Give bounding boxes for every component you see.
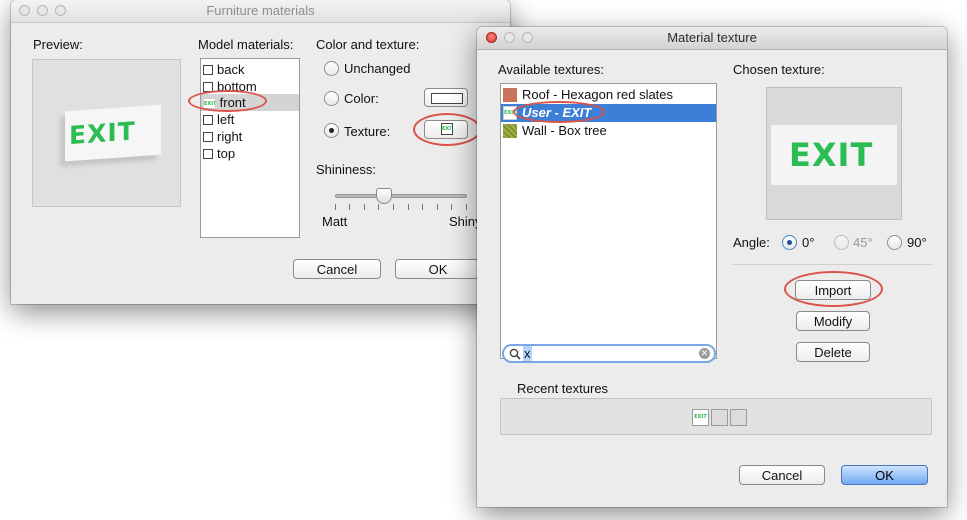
- matt-label: Matt: [322, 214, 348, 229]
- separator: [733, 264, 933, 265]
- texture-button[interactable]: EXIT: [424, 120, 468, 139]
- available-textures-label: Available textures:: [498, 62, 604, 77]
- chosen-texture-label: Chosen texture:: [733, 62, 825, 77]
- color-button[interactable]: [424, 88, 468, 107]
- shininess-label: Shininess:: [316, 162, 376, 177]
- list-item-right[interactable]: right: [203, 128, 242, 145]
- exit-texture-icon: EXIT: [441, 123, 453, 135]
- recent-textures-label: Recent textures: [517, 381, 609, 396]
- materials-list[interactable]: back bottom EXIT front left right top: [200, 58, 300, 238]
- exit-texture-icon: EXIT: [203, 98, 216, 109]
- angle-label: Angle:: [733, 235, 770, 250]
- checkbox[interactable]: [203, 149, 213, 159]
- title-bar: Furniture materials: [11, 0, 510, 23]
- material-label: left: [217, 112, 235, 127]
- search-input[interactable]: x: [523, 346, 532, 361]
- list-item-back[interactable]: back: [203, 61, 244, 78]
- list-item-front[interactable]: EXIT front: [201, 94, 299, 111]
- texture-radio[interactable]: [324, 123, 339, 138]
- list-item[interactable]: Roof - Hexagon red slates: [501, 86, 716, 104]
- list-item-left[interactable]: left: [203, 111, 234, 128]
- angle-90-radio[interactable]: [887, 235, 902, 250]
- furniture-materials-window: Furniture materials Preview: EXIT Model …: [11, 0, 510, 304]
- model-materials-label: Model materials:: [198, 37, 294, 52]
- color-swatch: [431, 93, 463, 104]
- color-label: Color:: [344, 91, 379, 106]
- preview-label: Preview:: [33, 37, 83, 52]
- slider-track: [335, 194, 467, 198]
- clear-search-icon[interactable]: ✕: [699, 348, 710, 359]
- unchanged-radio[interactable]: [324, 61, 339, 76]
- minimize-icon[interactable]: [37, 5, 48, 16]
- delete-button[interactable]: Delete: [796, 342, 870, 362]
- texture-label: User - EXIT: [522, 105, 592, 120]
- search-field[interactable]: x ✕: [502, 344, 716, 363]
- preview-object: EXIT: [65, 104, 161, 162]
- cancel-button[interactable]: Cancel: [739, 465, 825, 485]
- checkbox[interactable]: [203, 115, 213, 125]
- material-label: top: [217, 146, 236, 161]
- recent-empty-slot[interactable]: [711, 409, 728, 426]
- material-texture-window: Material texture Available textures: Roo…: [477, 27, 947, 507]
- close-icon[interactable]: [486, 32, 497, 43]
- window-title: Furniture materials: [206, 3, 315, 18]
- shininess-slider[interactable]: [335, 188, 467, 210]
- texture-label: Roof - Hexagon red slates: [522, 87, 674, 102]
- angle-0-radio[interactable]: [782, 235, 797, 250]
- angle-90-label: 90°: [907, 235, 927, 250]
- roof-swatch-icon: [503, 88, 517, 102]
- box-tree-swatch-icon: [503, 124, 517, 138]
- texture-image: EXIT: [771, 125, 897, 185]
- minimize-icon[interactable]: [504, 32, 515, 43]
- chosen-texture-preview: EXIT: [766, 87, 902, 220]
- material-label: right: [217, 129, 243, 144]
- recent-textures-panel: EXIT: [500, 398, 932, 435]
- ok-button[interactable]: OK: [395, 259, 481, 279]
- modify-button[interactable]: Modify: [796, 311, 870, 331]
- material-label: back: [217, 62, 245, 77]
- texture-label: Texture:: [344, 124, 391, 139]
- cancel-button[interactable]: Cancel: [293, 259, 381, 279]
- exit-texture-icon: EXIT: [503, 106, 517, 120]
- preview-pane[interactable]: EXIT: [32, 59, 181, 207]
- search-icon: [509, 348, 521, 360]
- list-item-bottom[interactable]: bottom: [203, 78, 257, 95]
- list-item[interactable]: Wall - Box tree: [501, 122, 716, 140]
- title-bar: Material texture: [477, 27, 947, 50]
- zoom-icon[interactable]: [522, 32, 533, 43]
- zoom-icon[interactable]: [55, 5, 66, 16]
- angle-45-label: 45°: [853, 235, 873, 250]
- checkbox[interactable]: [203, 82, 213, 92]
- texture-list[interactable]: Roof - Hexagon red slates EXIT User - EX…: [500, 83, 717, 359]
- color-radio[interactable]: [324, 91, 339, 106]
- preview-exit-text: EXIT: [69, 116, 136, 151]
- list-item-selected[interactable]: EXIT User - EXIT: [501, 104, 716, 122]
- texture-label: Wall - Box tree: [522, 123, 607, 138]
- slider-thumb[interactable]: [376, 188, 392, 204]
- list-item-top[interactable]: top: [203, 145, 235, 162]
- material-label: bottom: [217, 79, 257, 94]
- recent-exit-texture-icon[interactable]: EXIT: [692, 409, 709, 426]
- unchanged-label: Unchanged: [344, 61, 411, 76]
- window-title: Material texture: [667, 30, 757, 45]
- import-button[interactable]: Import: [795, 280, 871, 300]
- angle-45-radio[interactable]: [834, 235, 849, 250]
- chosen-exit-text: EXIT: [789, 136, 874, 174]
- color-texture-label: Color and texture:: [316, 37, 420, 52]
- ok-button[interactable]: OK: [841, 465, 928, 485]
- checkbox[interactable]: [203, 65, 213, 75]
- angle-0-label: 0°: [802, 235, 815, 250]
- material-label: front: [219, 95, 246, 110]
- checkbox[interactable]: [203, 132, 213, 142]
- slider-ticks: [335, 204, 467, 210]
- close-icon[interactable]: [19, 5, 30, 16]
- recent-empty-slot[interactable]: [730, 409, 747, 426]
